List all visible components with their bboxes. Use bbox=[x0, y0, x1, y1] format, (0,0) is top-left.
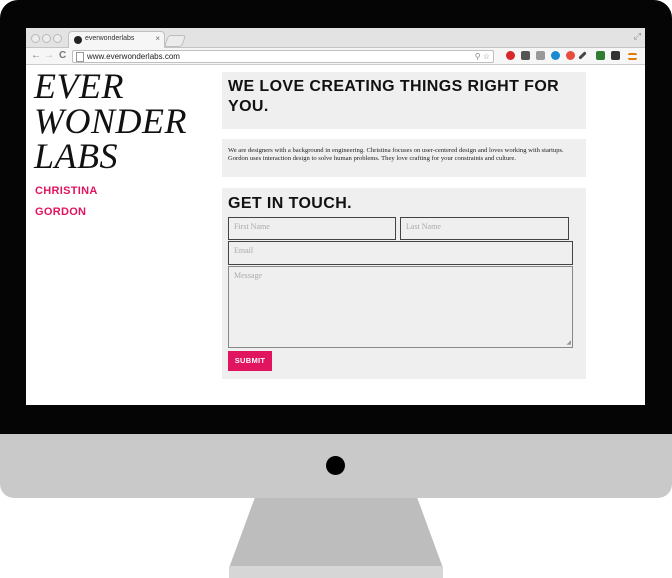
logo-line: WONDER bbox=[34, 101, 187, 141]
about-text: We are designers with a background in en… bbox=[228, 147, 564, 163]
extension-pocket-icon[interactable] bbox=[611, 51, 620, 60]
logo-line: LABS bbox=[34, 136, 119, 176]
minimize-window-button[interactable] bbox=[42, 34, 51, 43]
tab-title: everwonderlabs bbox=[85, 35, 135, 42]
message-placeholder: Message bbox=[234, 271, 262, 280]
zoom-window-button[interactable] bbox=[53, 34, 62, 43]
contact-form: GET IN TOUCH. First Name Last Name Email… bbox=[222, 188, 586, 379]
extension-t-icon[interactable] bbox=[596, 51, 605, 60]
extension-evernote-icon[interactable] bbox=[521, 51, 530, 60]
about-panel: We are designers with a background in en… bbox=[222, 139, 586, 177]
extension-eyedropper-icon[interactable] bbox=[578, 51, 587, 60]
nav-link-christina[interactable]: CHRISTINA bbox=[35, 185, 98, 197]
close-window-button[interactable] bbox=[31, 34, 40, 43]
site-logo[interactable]: EVER WONDER LABS bbox=[34, 66, 187, 176]
message-field[interactable]: Message ◢ bbox=[228, 266, 573, 348]
fullscreen-icon[interactable]: ⤢ bbox=[634, 31, 641, 42]
extension-blue-icon[interactable] bbox=[551, 51, 560, 60]
contact-title: GET IN TOUCH. bbox=[228, 195, 353, 212]
monitor-logo-dot bbox=[326, 456, 345, 475]
browser-toolbar: ← → C www.everwonderlabs.com ⚲ ☆ bbox=[26, 48, 645, 65]
last-name-field[interactable]: Last Name bbox=[400, 217, 569, 240]
url-text: www.everwonderlabs.com bbox=[87, 52, 180, 61]
extension-stop-icon[interactable] bbox=[506, 51, 515, 60]
page-icon bbox=[76, 52, 84, 62]
resize-handle-icon[interactable]: ◢ bbox=[566, 340, 571, 346]
headline-panel: WE LOVE CREATING THINGS RIGHT FOR YOU. bbox=[222, 72, 586, 129]
zoom-bookmark-icons[interactable]: ⚲ ☆ bbox=[475, 51, 490, 62]
tab-bar: everwonderlabs × ⤢ bbox=[26, 28, 645, 49]
back-button[interactable]: ← bbox=[31, 49, 41, 63]
github-icon bbox=[74, 36, 82, 44]
reload-button[interactable]: C bbox=[59, 49, 66, 63]
address-bar[interactable]: www.everwonderlabs.com ⚲ ☆ bbox=[72, 50, 494, 63]
browser-tab[interactable]: everwonderlabs × bbox=[68, 31, 165, 49]
screen: everwonderlabs × ⤢ ← → C www.everwonderl… bbox=[26, 28, 645, 405]
nav-link-gordon[interactable]: GORDON bbox=[35, 206, 86, 218]
extension-color-icon[interactable] bbox=[566, 51, 575, 60]
menu-icon[interactable] bbox=[628, 53, 637, 60]
submit-button[interactable]: SUBMIT bbox=[228, 351, 272, 371]
web-page: EVER WONDER LABS CHRISTINA GORDON WE LOV… bbox=[26, 65, 645, 405]
logo-line: EVER bbox=[34, 66, 124, 106]
forward-button[interactable]: → bbox=[44, 49, 54, 63]
extension-chat-icon[interactable] bbox=[536, 51, 545, 60]
email-field[interactable]: Email bbox=[228, 241, 573, 265]
tab-close-icon[interactable]: × bbox=[155, 34, 160, 43]
new-tab-button[interactable] bbox=[163, 35, 187, 47]
monitor-stand bbox=[229, 498, 443, 568]
first-name-field[interactable]: First Name bbox=[228, 217, 396, 240]
page-headline: WE LOVE CREATING THINGS RIGHT FOR YOU. bbox=[228, 78, 560, 115]
monitor-base bbox=[229, 566, 443, 578]
